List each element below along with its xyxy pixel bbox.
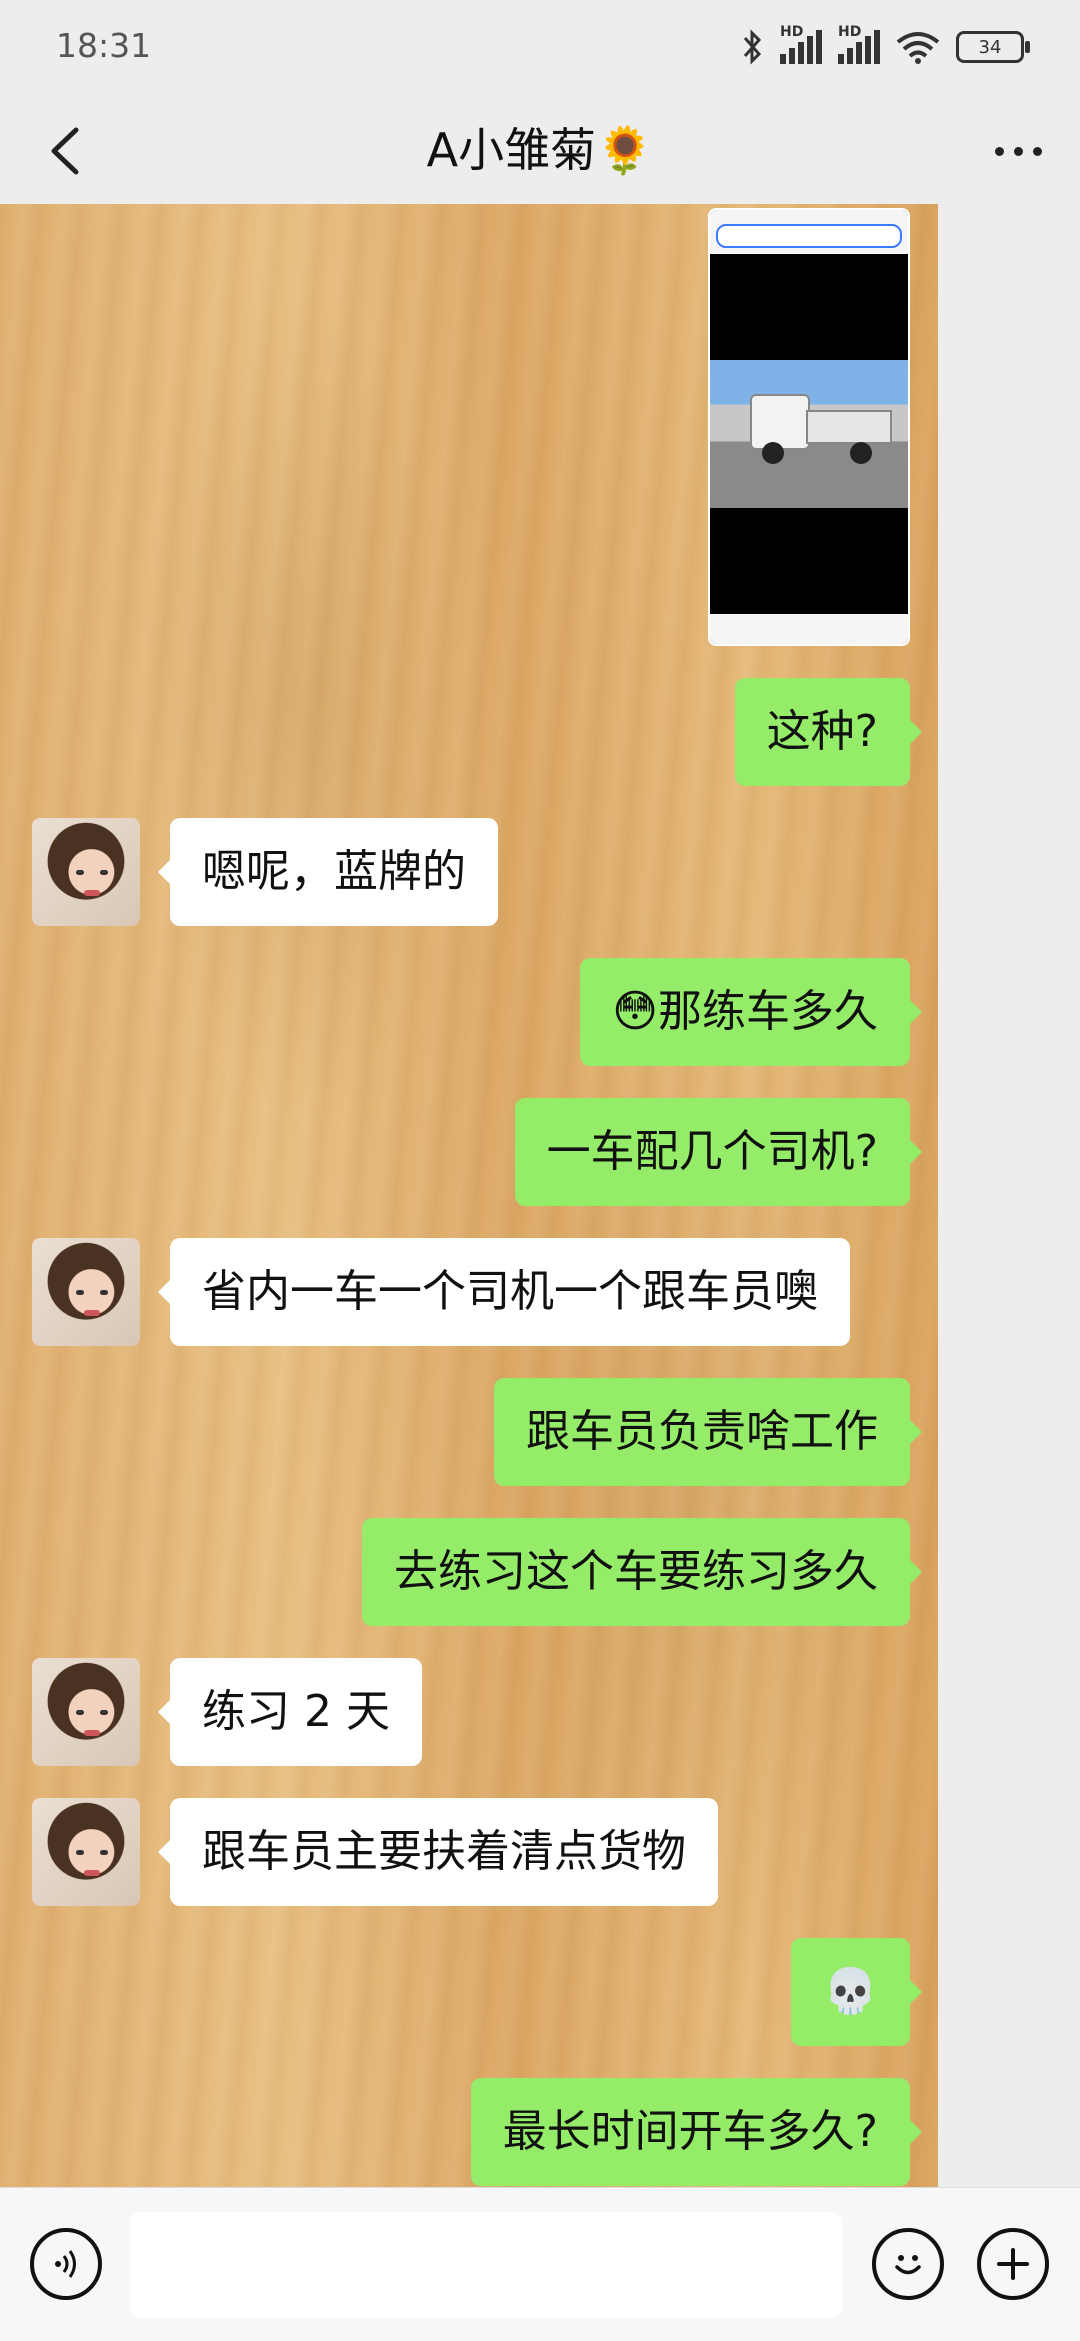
message-bubble-incoming[interactable]: 跟车员主要扶着清点货物 (158, 1798, 718, 1906)
wifi-icon (896, 32, 940, 64)
hd-label-2: HD (838, 24, 862, 40)
more-button[interactable] (978, 116, 1058, 186)
side-panel (938, 204, 1080, 2187)
message-bubble-incoming[interactable]: 省内一车一个司机一个跟车员噢 (158, 1238, 850, 1346)
image-top-bar (710, 210, 908, 254)
chat-header: A小雏菊🌻 (0, 96, 1080, 204)
input-bar (0, 2187, 1080, 2341)
image-search-box (716, 224, 902, 248)
emoji-icon (895, 2255, 921, 2275)
voice-button[interactable] (30, 2228, 102, 2300)
image-message[interactable] (708, 208, 910, 646)
voice-icon (55, 2250, 76, 2278)
status-time: 18:31 (56, 26, 152, 65)
message-bubble-incoming[interactable]: 练习 2 天 (158, 1658, 422, 1766)
signal-icon-2: HD (838, 24, 880, 64)
message-bubble-outgoing[interactable]: 去练习这个车要练习多久 (362, 1518, 922, 1626)
emoji-button[interactable] (872, 2228, 944, 2300)
status-bar: 18:31 HD HD 34 (0, 0, 1080, 96)
avatar[interactable] (32, 1238, 140, 1346)
message-bubble-outgoing[interactable]: 这种? (734, 678, 923, 786)
avatar[interactable] (32, 1798, 140, 1906)
battery-icon: 34 (956, 31, 1030, 63)
message-bubble-outgoing[interactable]: 最长时间开车多久? (470, 2078, 923, 2186)
signal-icon: HD (780, 24, 822, 64)
status-icons: HD HD 34 (742, 24, 1030, 70)
message-input[interactable] (130, 2212, 842, 2318)
message-bubble-outgoing[interactable]: 💀 (791, 1938, 922, 2046)
image-bottom-bar (710, 614, 908, 644)
plus-button[interactable] (977, 2228, 1049, 2300)
chat-area[interactable]: 这种? 嗯呢，蓝牌的 😳那练车多久 一车配几个司机? 省内一车一个司机一个跟车员… (0, 204, 938, 2187)
hd-label: HD (780, 24, 804, 40)
plus-icon (997, 2248, 1029, 2280)
message-bubble-outgoing[interactable]: 一车配几个司机? (514, 1098, 923, 1206)
message-bubble-incoming[interactable]: 嗯呢，蓝牌的 (158, 818, 498, 926)
battery-level: 34 (978, 36, 1002, 58)
bluetooth-icon (743, 29, 762, 65)
chat-title: A小雏菊🌻 (426, 123, 654, 177)
message-bubble-outgoing[interactable]: 😳那练车多久 (580, 958, 922, 1066)
message-bubble-outgoing[interactable]: 跟车员负责啥工作 (494, 1378, 922, 1486)
truck-photo (710, 360, 908, 508)
avatar[interactable] (32, 818, 140, 926)
avatar[interactable] (32, 1658, 140, 1766)
more-dots-icon (994, 146, 1004, 156)
